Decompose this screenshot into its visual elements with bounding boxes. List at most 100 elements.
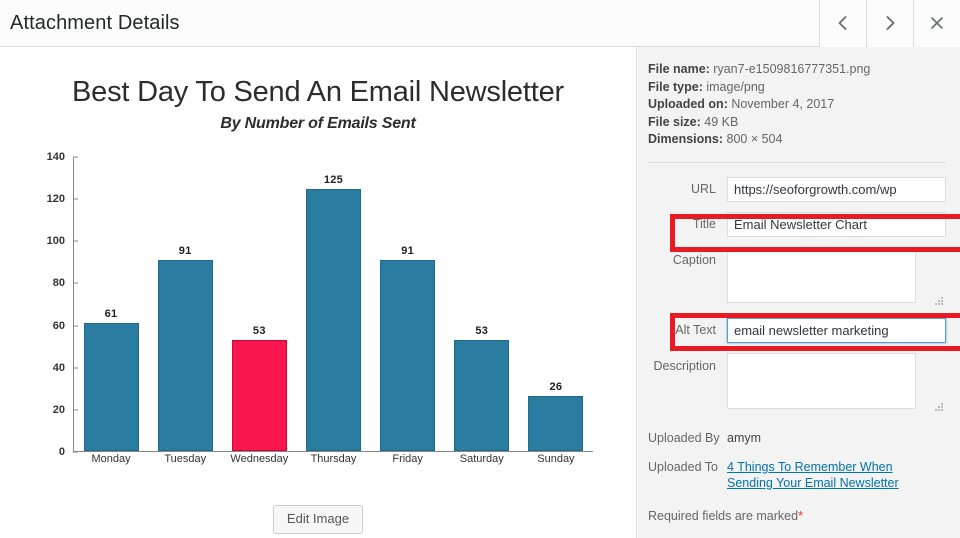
caption-textarea[interactable] [727,246,916,303]
chart-bar-slot: 91 [371,157,445,451]
url-input[interactable] [727,176,946,202]
chart-bar-value-label: 53 [475,324,489,337]
attachment-meta-label: File size: [648,114,701,129]
next-attachment-button[interactable] [866,0,913,47]
x-axis-tick-label: Saturday [459,453,504,465]
uploaded-to-link-wrap: 4 Things To Remember When Sending Your E… [727,459,899,491]
title-input[interactable] [727,211,946,237]
field-row-caption: Caption [638,244,960,311]
chart-bar: 125 [305,174,361,451]
required-fields-note: Required fields are marked* [638,504,960,523]
x-axis-tick-label: Friday [392,453,423,465]
chart-bar-value-label: 91 [401,244,415,257]
y-axis-tick-label: 80 [52,277,65,290]
chart-bar-value-label: 26 [549,381,563,394]
uploaded-by-label: Uploaded By [648,430,720,445]
x-axis-tick-label: Wednesday [230,453,289,465]
attachment-meta-label: Uploaded on: [648,97,728,111]
chart-bar: 53 [231,325,287,451]
attachment-meta-value: November 4, 2017 [727,97,835,111]
required-asterisk: * [798,508,803,523]
required-fields-text: Required fields are marked [648,508,799,523]
edit-image-button[interactable]: Edit Image [272,505,364,535]
chart-bar: 53 [454,325,510,451]
chart-bar-slot: 26 [519,157,593,451]
chart-bar: 26 [528,381,584,451]
attachment-meta-value: image/png [702,79,765,94]
attachment-meta-line: File size: 49 KB [648,114,948,132]
field-row-url: URL [638,174,960,205]
chart-image: Best Day To Send An Email Newsletter By … [0,47,636,487]
field-label-title: Title [692,216,716,231]
prev-attachment-button[interactable] [819,0,866,47]
y-axis-tick-label: 40 [52,361,65,374]
chart-bar-slot: 61 [74,157,148,451]
chart-bar-slot: 53 [445,157,519,451]
chart-bars: 61 91 53 125 91 53 26 [74,157,593,451]
x-axis-tick-label: Thursday [310,453,357,465]
chart-bar-value-label: 61 [104,307,118,320]
chart-plot-area: 0 20 40 60 80 100 120 140 61 91 53 125 91 53 26 [47,151,593,458]
chart-subtitle: By Number of Emails Sent [220,115,416,132]
x-axis-tick-label: Tuesday [164,453,207,465]
chart-bar: 91 [157,245,213,451]
attachment-meta-label: File type: [648,79,703,94]
field-label-alt_text: Alt Text [675,322,716,337]
description-textarea[interactable] [727,352,916,409]
modal-header: Attachment Details [0,0,960,47]
edit-image-row: Edit Image [0,505,636,535]
chart-bar: 91 [380,245,436,451]
y-axis-tick-label: 0 [58,446,65,458]
chart-title: Best Day To Send An Email Newsletter [72,76,564,108]
attachment-details-modal: Attachment Details Best Day To Send An E… [0,0,960,538]
field-label-caption: Caption [672,252,716,267]
field-label-url: URL [690,181,716,196]
attachment-preview-pane: Best Day To Send An Email Newsletter By … [0,47,637,538]
chart-bar-value-label: 53 [252,324,266,337]
attachment-meta-value: ryan7-e1509816777351.png [709,62,871,76]
attachment-meta-label: Dimensions: [648,132,724,146]
attachment-meta-list: File name: ryan7-e1509816777351.png File … [638,61,960,149]
close-modal-button[interactable] [913,0,960,47]
field-row-description: Description [638,350,960,417]
y-axis-tick-label: 20 [52,403,65,416]
resize-grip-icon[interactable] [935,402,944,412]
attachment-extra-info: Uploaded By amym Uploaded To 4 Things To… [638,430,960,491]
x-axis-tick-label: Monday [91,453,131,465]
y-axis-tick-label: 140 [46,151,65,163]
field-textarea-wrap-description [727,352,946,414]
uploaded-to-row: Uploaded To 4 Things To Remember When Se… [648,459,946,491]
chart-bar: 61 [83,308,139,451]
alt_text-input[interactable] [727,317,946,343]
attachment-meta-value: 49 KB [700,114,739,129]
attachment-meta-line: Uploaded on: November 4, 2017 [648,96,948,114]
attachment-meta-line: File type: image/png [648,79,948,97]
chevron-left-icon [838,16,847,30]
chart-bar-value-label: 91 [178,244,192,257]
chart-bar-slot: 53 [222,157,296,451]
x-axis-line [73,451,593,452]
chart-bar-slot: 91 [148,157,222,451]
y-axis-tick-label: 120 [46,193,65,206]
close-icon [931,17,943,29]
meta-divider [648,161,946,163]
uploaded-to-label: Uploaded To [648,459,718,474]
field-row-alt_text: Alt Text [638,315,960,346]
y-axis-tick-label: 60 [52,319,65,332]
field-label-description: Description [653,358,716,373]
chevron-right-icon [886,16,895,30]
chart-bar-value-label: 125 [323,173,344,186]
attachment-meta-label: File name: [648,62,710,76]
attachment-meta-value: 800 × 504 [723,132,783,146]
chart-bar-slot: 125 [296,157,370,451]
attachment-meta-line: File name: ryan7-e1509816777351.png [648,61,948,79]
uploaded-by-row: Uploaded By amym [648,430,946,446]
y-axis-tick-label: 100 [46,235,65,248]
x-axis-labels: Monday Tuesday Wednesday Thursday Friday Satu… [74,453,593,473]
page-title: Attachment Details [10,11,180,34]
uploaded-to-link-line2[interactable]: Sending Your Email Newsletter [727,475,899,491]
attachment-fields: URL Title Caption Alt Text Description [638,174,960,417]
resize-grip-icon[interactable] [935,296,944,306]
uploaded-to-link-line1[interactable]: 4 Things To Remember When [727,459,899,475]
attachment-meta-line: Dimensions: 800 × 504 [648,131,948,149]
